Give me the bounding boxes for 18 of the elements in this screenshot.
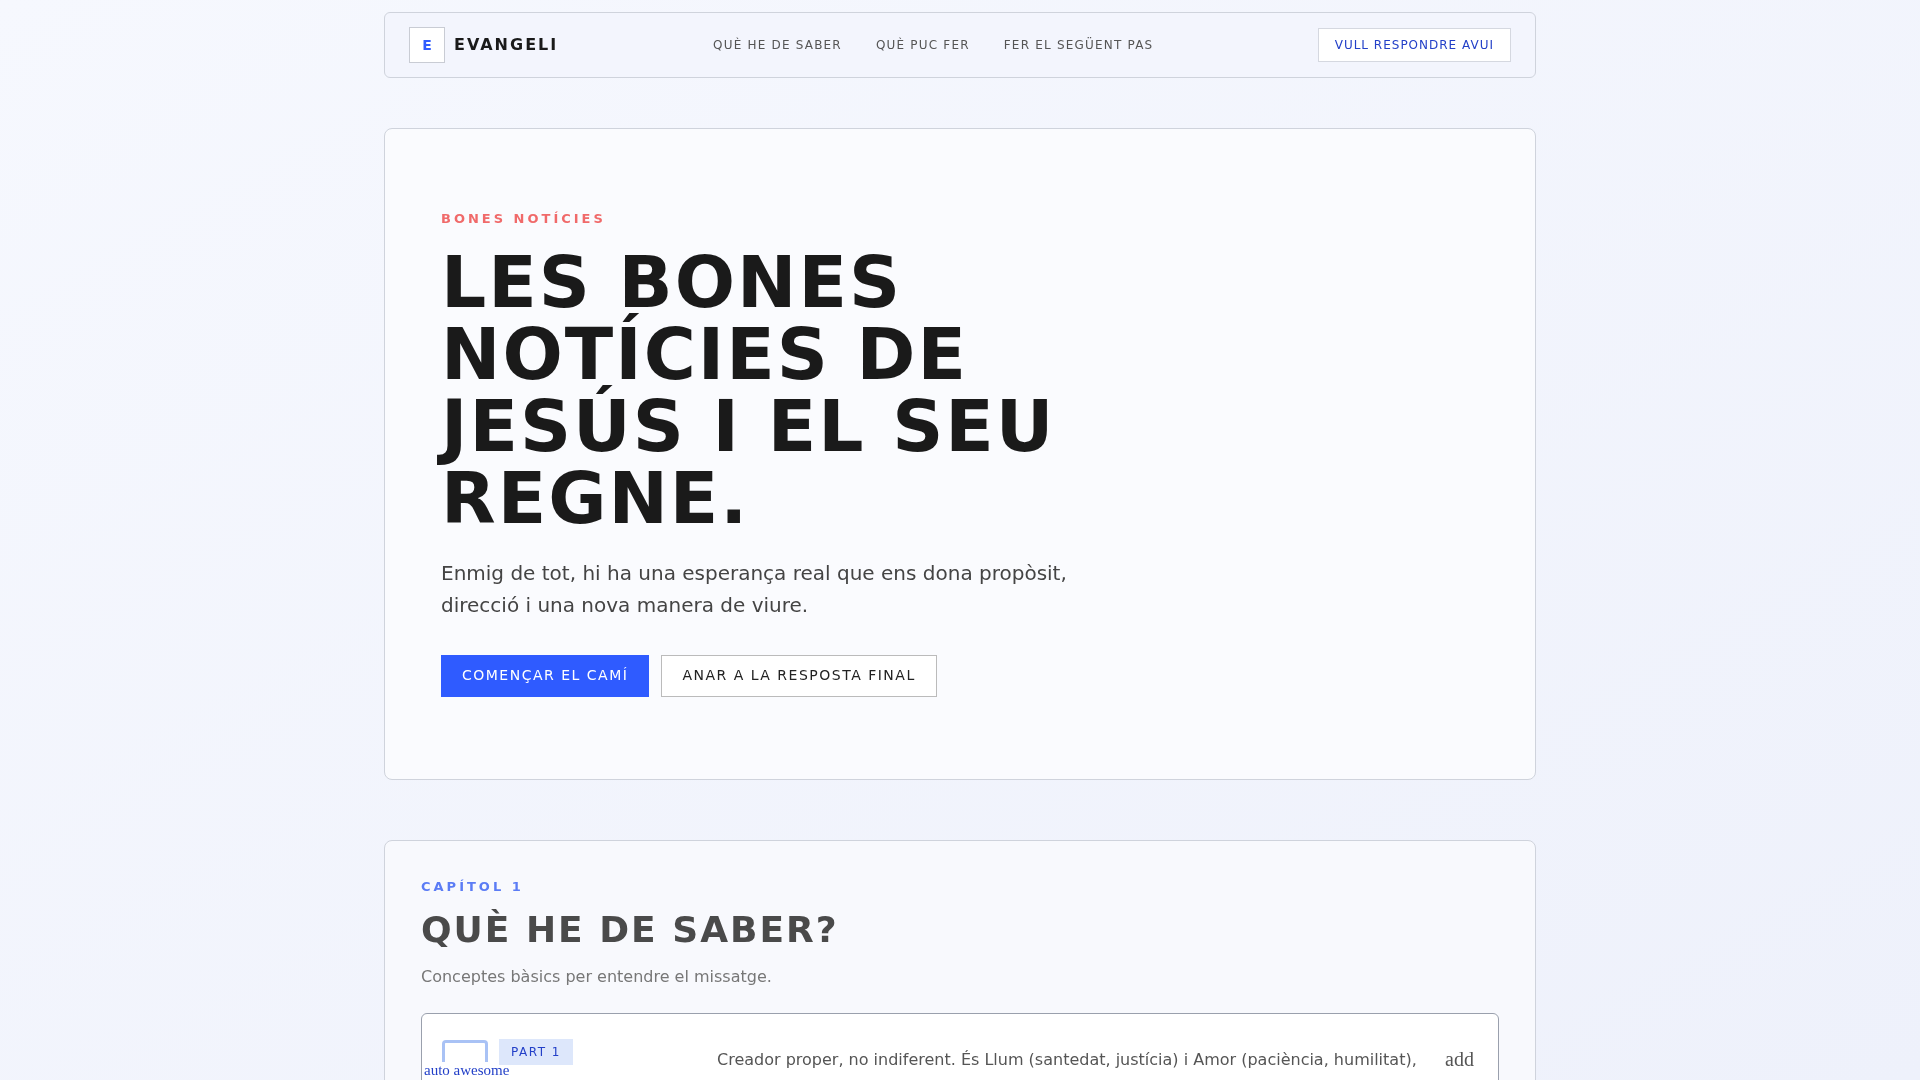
expand-toggle-text[interactable]: add: [1445, 1047, 1474, 1070]
start-button[interactable]: COMENÇAR EL CAMÍ: [441, 654, 650, 697]
final-answer-button[interactable]: ANAR A LA RESPOSTA FINAL: [661, 654, 937, 697]
chapter-title: QUÈ HE DE SABER?: [421, 907, 840, 952]
part-badge: PART 1: [499, 1038, 573, 1065]
part-description: Creador proper, no indiferent. És Llum (santedat, justícia) i Amor (paciència, humilitat),: [717, 1048, 1418, 1071]
nav-link[interactable]: FER EL SEGÜENT PAS: [1003, 36, 1154, 54]
hero-lead: Enmig de tot, hi ha una esperança real que ens dona propòsit, direcció i una nova manera de viure.: [441, 559, 1068, 619]
respond-button[interactable]: VULL RESPONDRE AVUI: [1317, 28, 1511, 62]
hero-eyebrow: BONES NOTÍCIES: [441, 210, 607, 228]
chapter-subtitle: Conceptes bàsics per entendre el missatge.: [421, 965, 773, 988]
icon-box: [442, 1039, 488, 1062]
nav-link[interactable]: QUÈ HE DE SABER: [713, 36, 842, 54]
logo-mark[interactable]: E: [409, 27, 445, 63]
nav-link[interactable]: QUÈ PUC FER: [875, 36, 970, 54]
chapter-eyebrow: CAPÍTOL 1: [421, 878, 525, 896]
part-card[interactable]: auto awesome PART 1 Creador proper, no indiferent. És Llum (santedat, justícia) i Amor (paciència, humilitat), add: [421, 1012, 1499, 1080]
brand-name: EVANGELI: [454, 34, 559, 56]
